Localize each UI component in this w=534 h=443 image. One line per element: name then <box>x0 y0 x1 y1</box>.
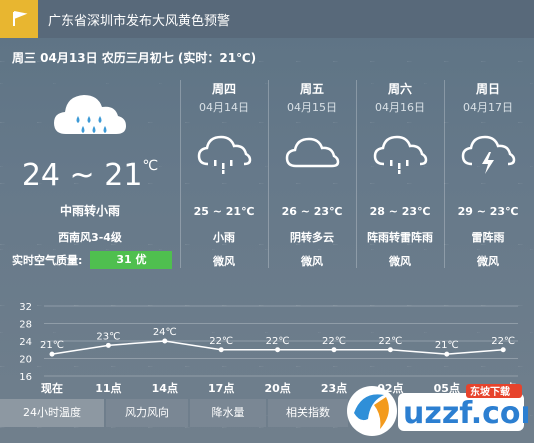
alert-text: 广东省深圳市发布大风黄色预警 <box>48 13 231 29</box>
forecast-weekday: 周五 <box>299 82 324 96</box>
y-tick-label: 28 <box>19 320 32 331</box>
data-label: 22℃ <box>491 336 515 347</box>
forecast-list: 周四 04月14日 25 ~ 21℃ 小雨 微风 周五 04月15日 26 ~ … <box>180 76 534 272</box>
forecast-temp: 28 ~ 23℃ <box>369 205 431 218</box>
data-label: 22℃ <box>322 336 346 347</box>
data-label: 22℃ <box>378 336 402 347</box>
x-tick-label: 现在 <box>41 381 63 395</box>
forecast-temp: 25 ~ 21℃ <box>193 205 255 218</box>
rain-cloud-icon <box>52 86 128 160</box>
forecast-weekday: 周日 <box>475 82 500 96</box>
y-tick-label: 20 <box>19 355 32 366</box>
forecast-weekday: 周六 <box>387 82 412 96</box>
data-label: 21℃ <box>435 340 459 351</box>
forecast-day[interactable]: 周五 04月15日 26 ~ 23℃ 阴转多云 微风 <box>268 76 356 272</box>
watermark-sub: 东坡下载 <box>470 385 510 398</box>
tab-wind[interactable]: 风力风向 <box>106 399 188 427</box>
forecast-day[interactable]: 周日 04月17日 29 ~ 23℃ 雷阵雨 微风 <box>444 76 532 272</box>
forecast-wind: 微风 <box>389 255 411 268</box>
watermark-text: uzzf.com <box>403 396 528 431</box>
rain-cloud-icon <box>180 130 268 184</box>
x-tick-label: 20点 <box>264 381 290 395</box>
data-label: 22℃ <box>209 336 233 347</box>
forecast-condition: 阵雨转雷阵雨 <box>367 231 433 244</box>
forecast-date: 04月14日 <box>199 101 249 114</box>
today-panel: 24 ~ 21℃ 中雨转小雨 西南风3-4级 <box>0 80 180 280</box>
y-tick-label: 24 <box>19 337 32 348</box>
today-wind: 西南风3-4级 <box>58 231 122 244</box>
today-temp: 24 ~ 21℃ <box>21 158 159 193</box>
thunder-cloud-icon <box>444 130 532 184</box>
air-quality-badge[interactable]: 31 优 <box>90 251 173 269</box>
forecast-wind: 微风 <box>301 255 323 268</box>
data-point <box>444 351 450 357</box>
forecast-temp: 26 ~ 23℃ <box>281 205 343 218</box>
data-point <box>387 347 393 353</box>
air-quality: 实时空气质量: 31 优 <box>12 251 173 269</box>
x-tick-label: 11点 <box>95 381 121 395</box>
data-point <box>218 347 224 353</box>
cloud-icon <box>268 130 356 184</box>
forecast-condition: 小雨 <box>213 231 235 244</box>
y-tick-label: 32 <box>19 302 32 313</box>
tab-precipitation[interactable]: 降水量 <box>190 399 266 427</box>
data-point <box>105 342 111 348</box>
data-point <box>500 347 506 353</box>
forecast-condition: 阴转多云 <box>290 231 334 244</box>
data-label: 21℃ <box>40 340 64 351</box>
x-tick-label: 14点 <box>152 381 178 395</box>
data-label: 22℃ <box>266 336 290 347</box>
forecast-temp: 29 ~ 23℃ <box>457 205 519 218</box>
data-label: 24℃ <box>153 327 177 338</box>
air-quality-label: 实时空气质量: <box>12 254 83 267</box>
x-tick-label: 17点 <box>208 381 234 395</box>
data-point <box>331 347 337 353</box>
alert-bar[interactable]: 广东省深圳市发布大风黄色预警 <box>0 0 534 38</box>
forecast-wind: 微风 <box>213 255 235 268</box>
data-point <box>275 347 281 353</box>
y-tick-label: 16 <box>19 372 32 383</box>
rain-cloud-icon <box>356 130 444 184</box>
data-label: 23℃ <box>96 331 120 342</box>
forecast-wind: 微风 <box>477 255 499 268</box>
forecast-weekday: 周四 <box>211 82 236 96</box>
flag-icon <box>0 0 38 38</box>
data-point <box>49 351 55 357</box>
tab-indices[interactable]: 相关指数 <box>268 399 348 427</box>
data-point <box>162 338 168 344</box>
forecast-condition: 雷阵雨 <box>471 231 505 244</box>
forecast-date: 04月17日 <box>463 101 513 114</box>
forecast-day[interactable]: 周四 04月14日 25 ~ 21℃ 小雨 微风 <box>180 76 268 272</box>
x-tick-label: 23点 <box>321 381 347 395</box>
uzzf-logo: uzzf.com 东坡下载 <box>346 381 534 439</box>
forecast-date: 04月15日 <box>287 101 337 114</box>
tab-24h-temperature[interactable]: 24小时温度 <box>0 399 104 427</box>
date-line: 周三 04月13日 农历三月初七 (实时：21℃) <box>12 51 257 65</box>
forecast-day[interactable]: 周六 04月16日 28 ~ 23℃ 阵雨转雷阵雨 微风 <box>356 76 444 272</box>
forecast-date: 04月16日 <box>375 101 425 114</box>
today-condition: 中雨转小雨 <box>59 204 120 218</box>
